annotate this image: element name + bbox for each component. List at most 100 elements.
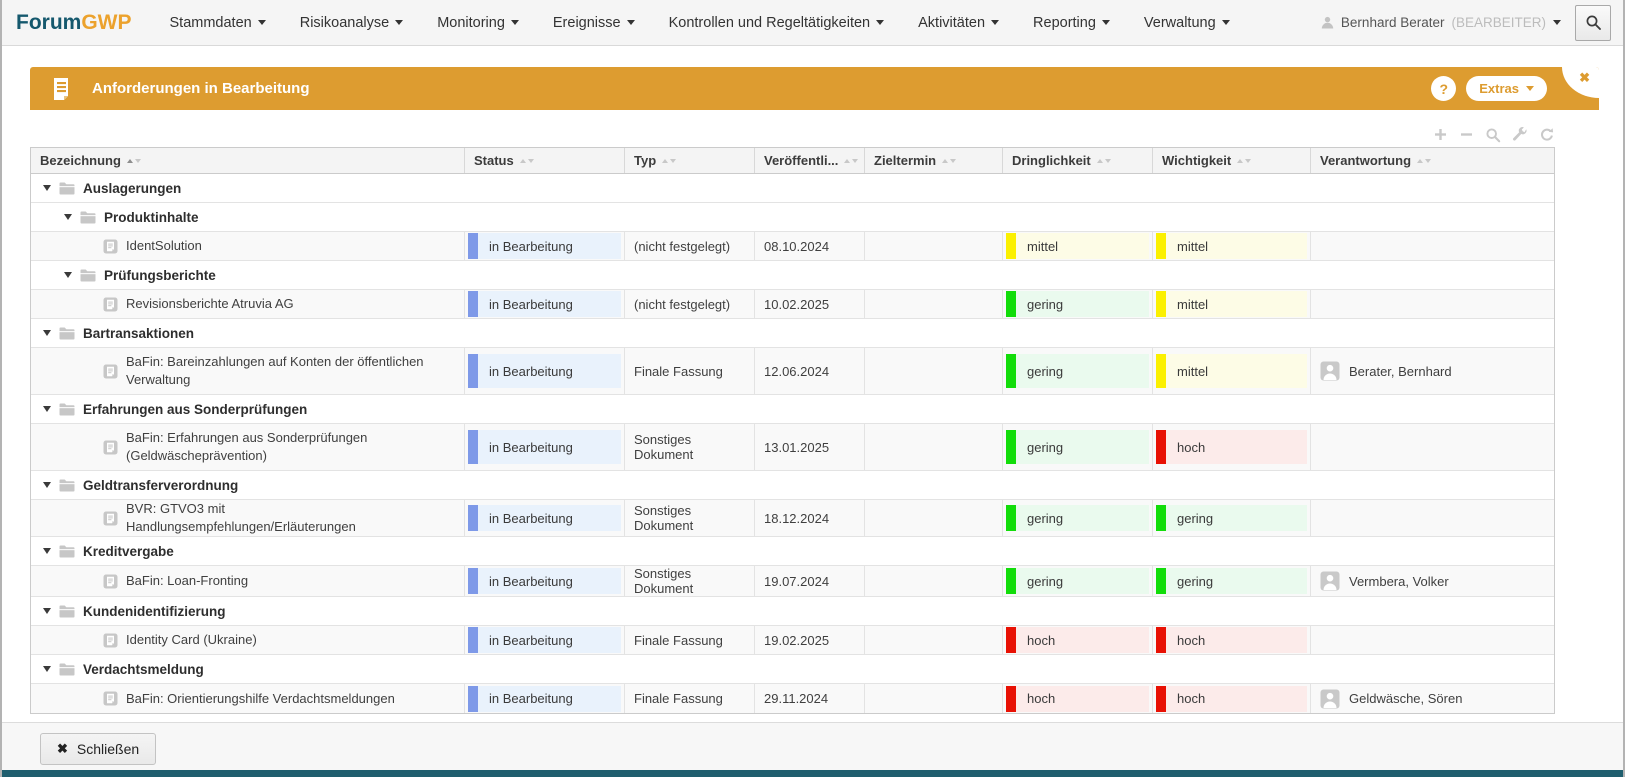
wichtigkeit-cell: mittel: [1153, 232, 1311, 260]
expand-all-button[interactable]: [1433, 127, 1448, 142]
group-row[interactable]: Kreditvergabe: [31, 537, 1554, 566]
table-row[interactable]: BaFin: Bareinzahlungen auf Konten der öf…: [31, 348, 1554, 395]
panel-actions: ? Extras: [1431, 76, 1547, 101]
table-row[interactable]: BaFin: Orientierungshilfe Verdachtsmeldu…: [31, 684, 1554, 713]
item-name: Revisionsberichte Atruvia AG: [126, 295, 294, 313]
folder-icon: [58, 478, 76, 493]
wichtigkeit-color-bar: [1156, 354, 1166, 388]
bezeichnung-cell[interactable]: BaFin: Orientierungshilfe Verdachtsmeldu…: [31, 684, 465, 713]
collapse-caret-icon[interactable]: [43, 482, 51, 488]
global-search-button[interactable]: [1575, 5, 1611, 41]
column-header[interactable]: Dringlichkeit: [1003, 148, 1153, 173]
group-row[interactable]: Bartransaktionen: [31, 319, 1554, 348]
bezeichnung-cell[interactable]: IdentSolution: [31, 232, 465, 260]
column-header[interactable]: Wichtigkeit: [1153, 148, 1311, 173]
collapse-caret-icon[interactable]: [43, 330, 51, 336]
table-search-button[interactable]: [1485, 127, 1501, 143]
group-row[interactable]: Produktinhalte: [31, 203, 1554, 232]
menu-item-verwaltung[interactable]: Verwaltung: [1144, 15, 1230, 31]
veroeffentlichung-cell: 08.10.2024: [755, 232, 865, 260]
column-header[interactable]: Zieltermin: [865, 148, 1003, 173]
collapse-caret-icon[interactable]: [43, 666, 51, 672]
typ-cell: Sonstiges Dokument: [625, 500, 755, 536]
bezeichnung-cell[interactable]: BaFin: Loan-Fronting: [31, 566, 465, 596]
dringlichkeit-cell: gering: [1003, 290, 1153, 318]
wichtigkeit-cell: gering: [1153, 500, 1311, 536]
verantwortung-cell: [1311, 232, 1554, 260]
status-color-bar: [468, 627, 478, 653]
dringlichkeit-cell: hoch: [1003, 626, 1153, 654]
column-header[interactable]: Status: [465, 148, 625, 173]
extras-label: Extras: [1479, 81, 1519, 96]
table-row[interactable]: BaFin: Loan-Fronting in Bearbeitung Sons…: [31, 566, 1554, 597]
column-header[interactable]: Bezeichnung: [31, 148, 465, 173]
table-row[interactable]: Identity Card (Ukraine) in Bearbeitung F…: [31, 626, 1554, 655]
collapse-caret-icon[interactable]: [64, 214, 72, 220]
avatar: [1320, 571, 1340, 591]
menu-item-ereignisse[interactable]: Ereignisse: [553, 15, 635, 31]
bezeichnung-cell[interactable]: BaFin: Bareinzahlungen auf Konten der öf…: [31, 348, 465, 394]
group-row[interactable]: Verdachtsmeldung: [31, 655, 1554, 684]
table-row[interactable]: Revisionsberichte Atruvia AG in Bearbeit…: [31, 290, 1554, 319]
table-row[interactable]: BaFin: Erfahrungen aus Sonderprüfungen (…: [31, 424, 1554, 471]
user-menu[interactable]: Bernhard Berater (BEARBEITER): [1321, 15, 1561, 30]
footer-bar: ✖ Schließen: [2, 722, 1623, 770]
table-row[interactable]: IdentSolution in Bearbeitung (nicht fest…: [31, 232, 1554, 261]
table-settings-button[interactable]: [1512, 127, 1528, 143]
menu-item-aktivit-ten[interactable]: Aktivitäten: [918, 15, 999, 31]
status-cell: in Bearbeitung: [465, 684, 625, 713]
sort-icon: [662, 159, 676, 163]
collapse-caret-icon[interactable]: [43, 185, 51, 191]
page-title: Anforderungen in Bearbeitung: [92, 80, 310, 97]
status-label: in Bearbeitung: [478, 574, 573, 589]
group-row[interactable]: Geldtransferverordnung: [31, 471, 1554, 500]
column-header[interactable]: Typ: [625, 148, 755, 173]
zieltermin-cell: [865, 232, 1003, 260]
menu-item-stammdaten[interactable]: Stammdaten: [170, 15, 266, 31]
wichtigkeit-badge: mittel: [1156, 291, 1307, 317]
chevron-down-icon: [395, 20, 403, 25]
column-header-label: Veröffentli...: [764, 153, 838, 168]
chevron-down-icon: [511, 20, 519, 25]
table-row[interactable]: BVR: GTVO3 mit Handlungsempfehlungen/Erl…: [31, 500, 1554, 537]
menu-item-risikoanalyse[interactable]: Risikoanalyse: [300, 15, 403, 31]
bezeichnung-cell[interactable]: Identity Card (Ukraine): [31, 626, 465, 654]
column-header[interactable]: Veröffentli...: [755, 148, 865, 173]
panel-close-button[interactable]: ✖: [1562, 67, 1599, 98]
app-logo[interactable]: ForumGWP: [16, 11, 132, 35]
bezeichnung-cell[interactable]: BaFin: Erfahrungen aus Sonderprüfungen (…: [31, 424, 465, 470]
group-row[interactable]: Kundenidentifizierung: [31, 597, 1554, 626]
dringlichkeit-cell: gering: [1003, 424, 1153, 470]
help-button[interactable]: ?: [1431, 76, 1456, 101]
wichtigkeit-color-bar: [1156, 505, 1166, 531]
column-header[interactable]: Verantwortung: [1311, 148, 1554, 173]
wichtigkeit-badge: gering: [1156, 505, 1307, 531]
close-icon: ✖: [1579, 70, 1590, 86]
verantwortung-cell: [1311, 290, 1554, 318]
collapse-caret-icon[interactable]: [43, 548, 51, 554]
item-name: IdentSolution: [126, 237, 202, 255]
column-header-label: Wichtigkeit: [1162, 153, 1231, 168]
bezeichnung-cell[interactable]: BVR: GTVO3 mit Handlungsempfehlungen/Erl…: [31, 500, 465, 536]
navbar-right: Bernhard Berater (BEARBEITER): [1321, 5, 1611, 41]
logo-text-accent: GWP: [81, 11, 131, 34]
collapse-caret-icon[interactable]: [43, 608, 51, 614]
collapse-caret-icon[interactable]: [64, 272, 72, 278]
chevron-down-icon: [1222, 20, 1230, 25]
sort-icon: [520, 159, 534, 163]
extras-button[interactable]: Extras: [1466, 76, 1547, 101]
menu-item-monitoring[interactable]: Monitoring: [437, 15, 519, 31]
collapse-caret-icon[interactable]: [43, 406, 51, 412]
bezeichnung-cell[interactable]: Revisionsberichte Atruvia AG: [31, 290, 465, 318]
table-refresh-button[interactable]: [1539, 127, 1555, 143]
close-button[interactable]: ✖ Schließen: [40, 733, 156, 765]
document-icon: [103, 691, 118, 706]
group-row[interactable]: Prüfungsberichte: [31, 261, 1554, 290]
status-cell: in Bearbeitung: [465, 348, 625, 394]
menu-item-reporting[interactable]: Reporting: [1033, 15, 1110, 31]
typ-cell: Finale Fassung: [625, 684, 755, 713]
menu-item-kontrollen-und-regelt-tigkeiten[interactable]: Kontrollen und Regeltätigkeiten: [669, 15, 885, 31]
group-row[interactable]: Auslagerungen: [31, 174, 1554, 203]
collapse-all-button[interactable]: [1459, 127, 1474, 142]
group-row[interactable]: Erfahrungen aus Sonderprüfungen: [31, 395, 1554, 424]
